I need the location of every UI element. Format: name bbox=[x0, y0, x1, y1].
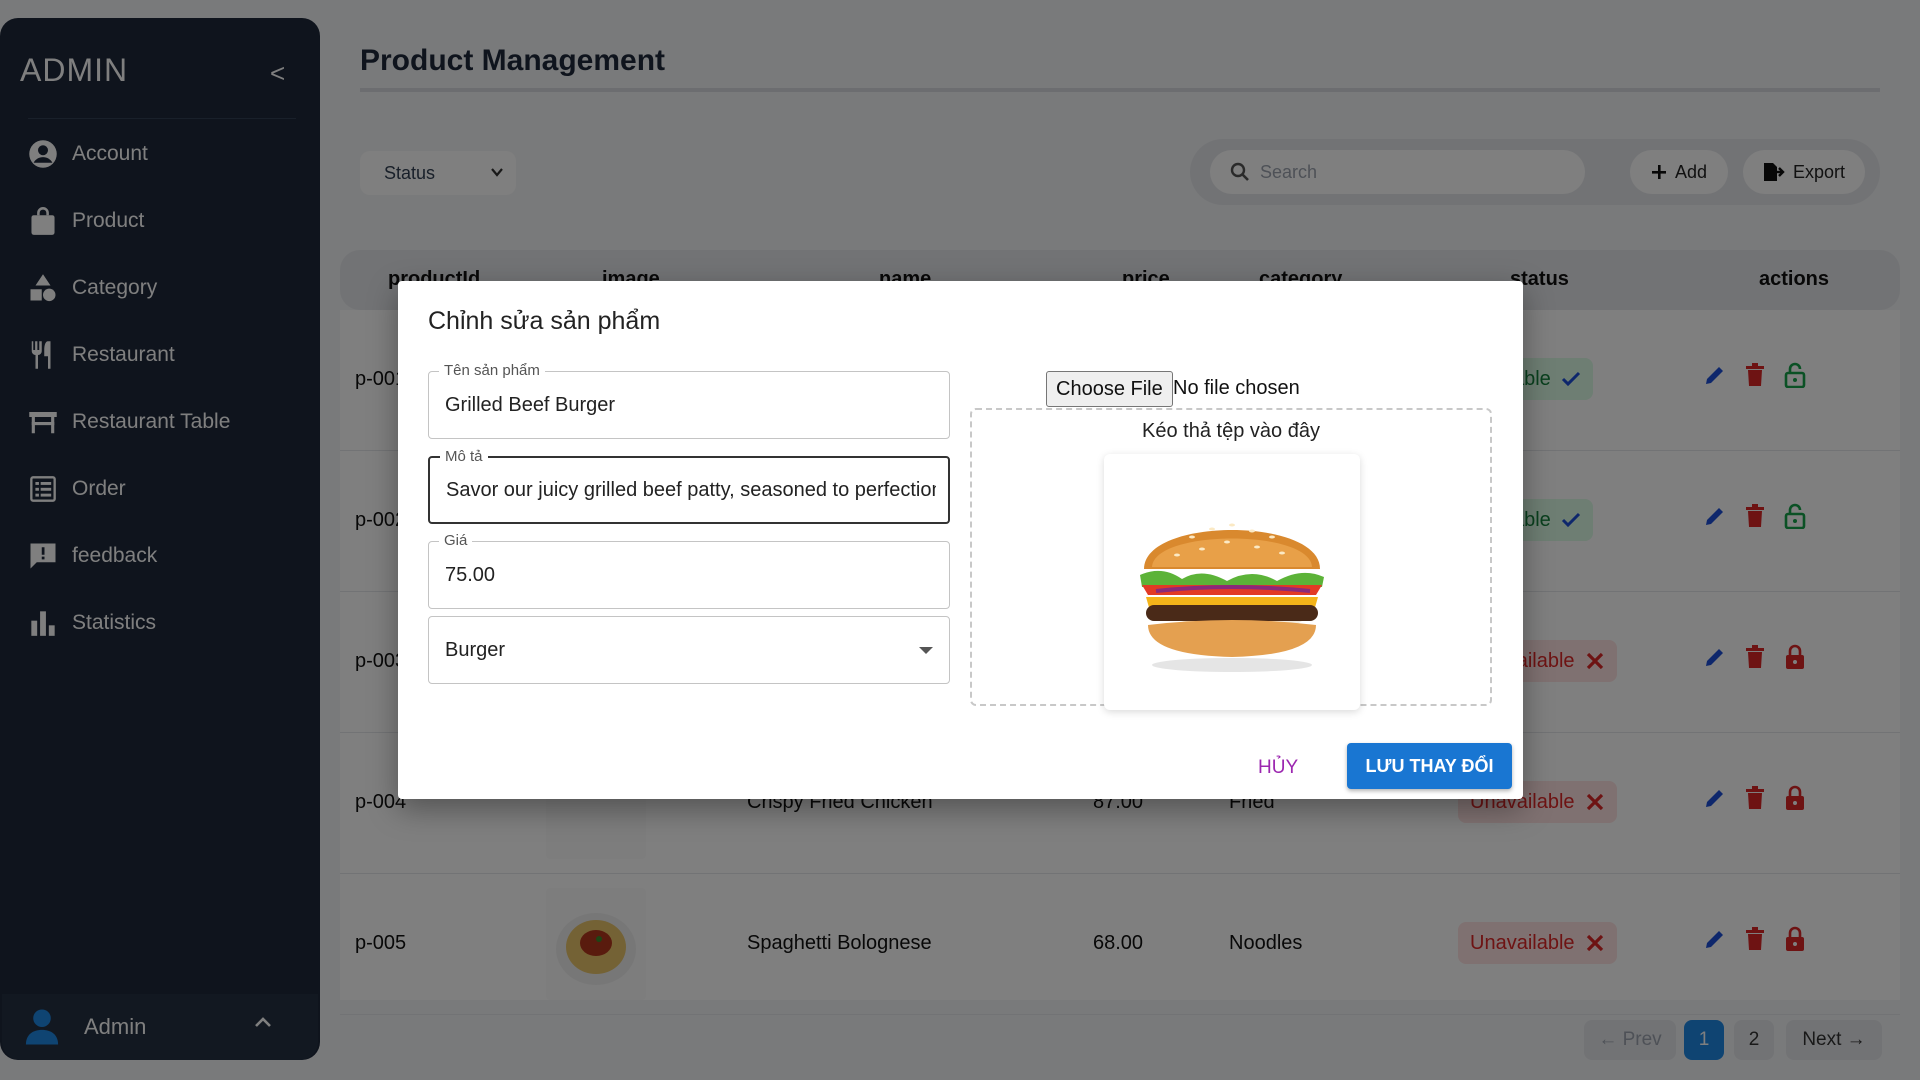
category-select-value: Burger bbox=[445, 639, 506, 661]
product-name-input[interactable] bbox=[445, 372, 935, 438]
image-preview bbox=[1104, 454, 1360, 710]
file-status-text: No file chosen bbox=[1173, 377, 1300, 399]
file-dropzone[interactable]: Kéo thả tệp vào đây bbox=[970, 408, 1492, 710]
save-changes-button[interactable]: LƯU THAY ĐỔI bbox=[1347, 743, 1512, 789]
dropdown-arrow-icon bbox=[919, 647, 933, 654]
edit-product-dialog: Chỉnh sửa sản phẩm Tên sản phẩm Mô tả Gi… bbox=[398, 281, 1523, 799]
category-select[interactable]: Burger bbox=[428, 616, 950, 684]
description-field[interactable]: Mô tả bbox=[428, 448, 950, 524]
price-field[interactable]: Giá bbox=[428, 532, 950, 609]
burger-image bbox=[1140, 523, 1324, 672]
cancel-button[interactable]: Hủy bbox=[1258, 757, 1298, 779]
dropzone-text: Kéo thả tệp vào đây bbox=[1142, 420, 1320, 442]
choose-file-button[interactable]: Choose File bbox=[1046, 371, 1173, 407]
price-input[interactable] bbox=[445, 542, 935, 608]
dialog-title: Chỉnh sửa sản phẩm bbox=[428, 307, 661, 335]
description-input[interactable] bbox=[446, 458, 936, 522]
product-name-field[interactable]: Tên sản phẩm bbox=[428, 362, 950, 439]
